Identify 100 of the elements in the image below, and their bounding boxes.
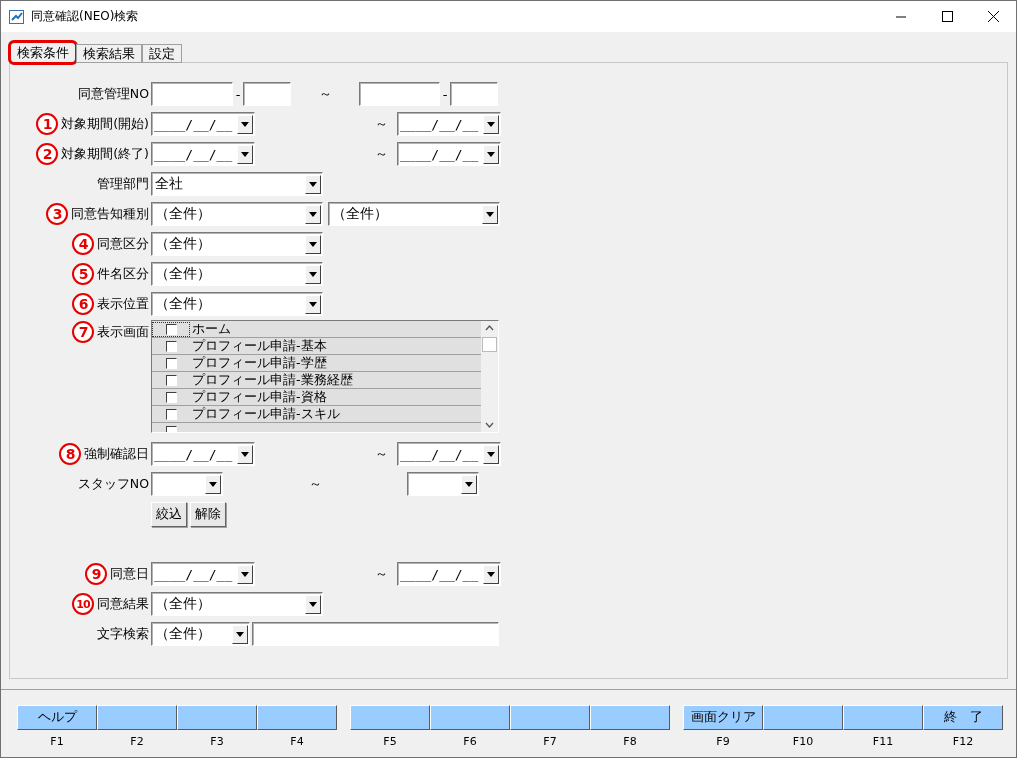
checkbox[interactable] — [165, 340, 177, 352]
caret-icon[interactable] — [305, 174, 321, 194]
caret-icon[interactable] — [482, 204, 498, 224]
field-label: 件名区分 — [97, 265, 149, 283]
date-field[interactable]: ____/__/__ — [151, 562, 255, 586]
function-key-button[interactable] — [510, 705, 590, 730]
focus-cell[interactable] — [152, 321, 190, 337]
caret-icon[interactable] — [305, 204, 321, 224]
function-key-button[interactable] — [97, 705, 177, 730]
caret-icon[interactable] — [305, 294, 321, 314]
tilde: ～ — [373, 115, 389, 133]
list-item[interactable]: プロフィール申請-スキル — [152, 406, 481, 423]
function-key-button[interactable] — [590, 705, 670, 730]
field-label: 表示位置 — [97, 295, 149, 313]
function-key-button[interactable]: 終 了 — [923, 705, 1003, 730]
number-marker: 4 — [72, 233, 94, 255]
input-field[interactable] — [252, 622, 499, 646]
caret-icon[interactable] — [305, 264, 321, 284]
key-label: F8 — [623, 735, 637, 748]
function-key-button[interactable]: ヘルプ — [17, 705, 97, 730]
caret-icon[interactable] — [305, 234, 321, 254]
checkbox[interactable] — [165, 357, 177, 369]
date-field[interactable]: ____/__/__ — [397, 142, 501, 166]
caret-icon[interactable] — [205, 474, 221, 494]
dropdown[interactable]: （全件） — [151, 622, 250, 646]
dropdown[interactable]: （全件） — [151, 262, 323, 286]
date-field[interactable]: ____/__/__ — [397, 562, 501, 586]
scrollbar[interactable] — [481, 321, 498, 432]
list-item[interactable]: プロフィール申請-業務経歴 — [152, 372, 481, 389]
input-field[interactable] — [243, 82, 291, 106]
key-label: F11 — [872, 735, 894, 748]
number-marker: 1 — [36, 113, 59, 135]
caret-icon[interactable] — [237, 114, 253, 134]
list-item[interactable]: ホーム — [152, 321, 481, 338]
checkbox[interactable] — [165, 323, 177, 335]
function-key-button[interactable] — [257, 705, 337, 730]
checkbox[interactable] — [165, 408, 177, 420]
key-label: F2 — [130, 735, 144, 748]
key-label: F12 — [952, 735, 974, 748]
separator: - — [441, 86, 449, 102]
caret-icon[interactable] — [483, 564, 499, 584]
tab[interactable]: 検索結果 — [76, 44, 142, 63]
dropdown[interactable]: 全社 — [151, 172, 323, 196]
field-label: 同意結果 — [97, 595, 149, 613]
checkbox[interactable] — [165, 374, 177, 386]
field-label: 同意告知種別 — [71, 205, 149, 223]
date-field[interactable]: ____/__/__ — [151, 142, 255, 166]
caret-icon[interactable] — [483, 444, 499, 464]
filter-button[interactable]: 絞込 — [151, 501, 187, 527]
checkbox[interactable] — [165, 391, 177, 403]
key-label: F10 — [792, 735, 814, 748]
key-label: F6 — [463, 735, 477, 748]
app-icon — [9, 8, 25, 25]
caret-icon[interactable] — [461, 474, 477, 494]
number-marker: 2 — [36, 143, 59, 165]
caret-icon[interactable] — [237, 144, 253, 164]
function-key-button[interactable]: 画面クリア — [683, 705, 763, 730]
dropdown[interactable] — [407, 472, 479, 496]
dropdown[interactable]: （全件） — [151, 202, 323, 226]
function-key-button[interactable] — [843, 705, 923, 730]
field-label: 表示画面 — [97, 323, 149, 341]
key-label: F9 — [716, 735, 730, 748]
key-label: F5 — [383, 735, 397, 748]
caret-icon[interactable] — [237, 444, 253, 464]
caret-icon[interactable] — [483, 144, 499, 164]
tilde: ～ — [373, 565, 389, 583]
dropdown[interactable]: （全件） — [328, 202, 500, 226]
scroll-thumb[interactable] — [482, 337, 497, 352]
caret-icon[interactable] — [232, 624, 248, 644]
tab[interactable]: 検索条件 — [10, 42, 76, 63]
function-key-button[interactable] — [350, 705, 430, 730]
list-item[interactable]: プロフィール申請-基本 — [152, 338, 481, 355]
dropdown[interactable]: （全件） — [151, 292, 323, 316]
list-item[interactable]: プロフィール申請-学歴 — [152, 355, 481, 372]
field-label: 文字検索 — [97, 625, 149, 643]
date-field[interactable]: ____/__/__ — [151, 442, 255, 466]
key-label: F7 — [543, 735, 557, 748]
function-key-button[interactable] — [177, 705, 257, 730]
tab[interactable]: 設定 — [142, 44, 182, 63]
tilde: ～ — [317, 85, 333, 103]
list-item[interactable]: プロフィール申請-資格 — [152, 389, 481, 406]
input-field[interactable] — [359, 82, 440, 106]
caret-icon[interactable] — [305, 594, 321, 614]
caret-icon[interactable] — [237, 564, 253, 584]
filter-button[interactable]: 解除 — [190, 501, 226, 527]
input-field[interactable] — [151, 82, 233, 106]
date-field[interactable]: ____/__/__ — [151, 112, 255, 136]
date-field[interactable]: ____/__/__ — [397, 112, 501, 136]
dropdown[interactable]: （全件） — [151, 592, 323, 616]
function-key-button[interactable] — [763, 705, 843, 730]
field-label: 同意日 — [110, 565, 149, 583]
date-field[interactable]: ____/__/__ — [397, 442, 501, 466]
function-key-button[interactable] — [430, 705, 510, 730]
number-marker: 10 — [72, 593, 94, 615]
dropdown[interactable] — [151, 472, 223, 496]
caret-icon[interactable] — [483, 114, 499, 134]
input-field[interactable] — [450, 82, 498, 106]
key-label: F4 — [290, 735, 304, 748]
dropdown[interactable]: （全件） — [151, 232, 323, 256]
tilde: ～ — [307, 475, 323, 493]
